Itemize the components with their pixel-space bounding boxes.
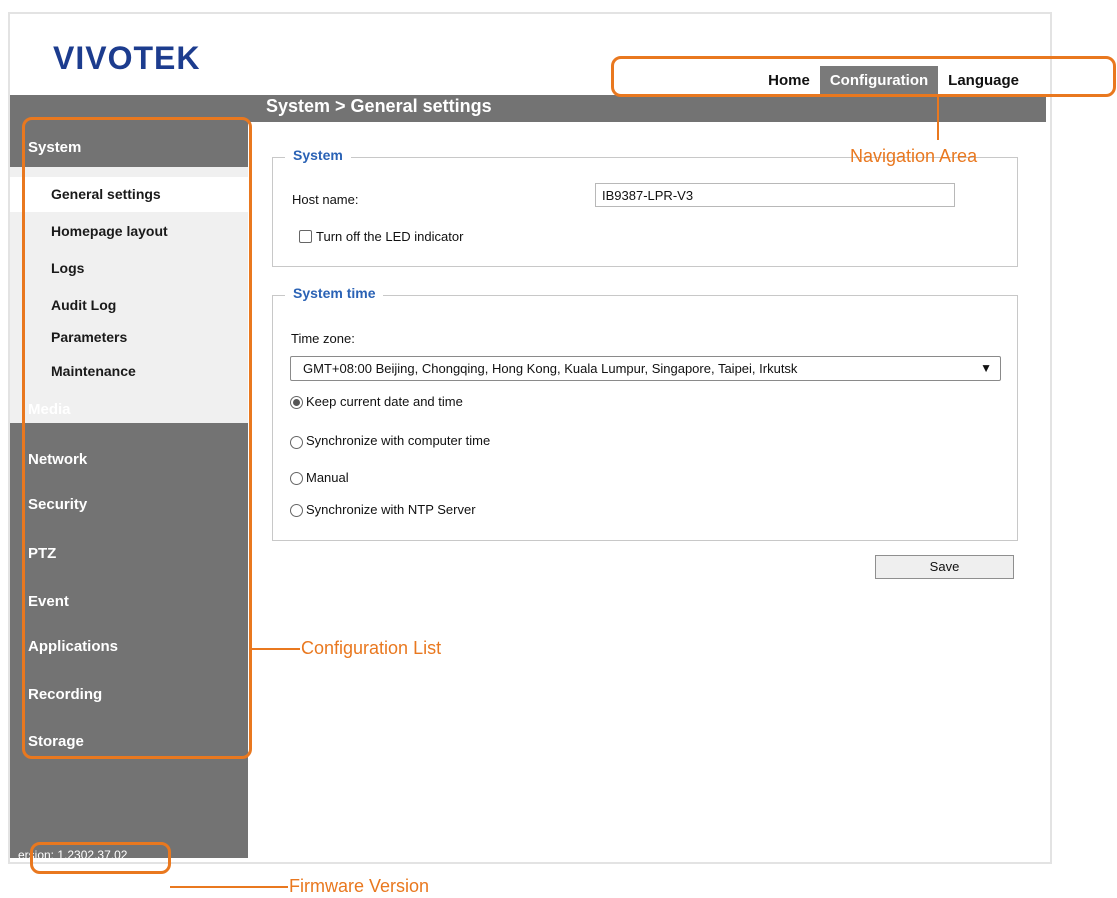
radio-keep-current[interactable] xyxy=(290,396,303,409)
host-name-input[interactable]: IB9387-LPR-V3 xyxy=(595,183,955,207)
firmware-version-connector xyxy=(170,886,288,888)
chevron-down-icon: ▼ xyxy=(980,361,992,375)
save-button[interactable]: Save xyxy=(875,555,1014,579)
time-zone-label: Time zone: xyxy=(291,331,355,346)
system-time-legend: System time xyxy=(285,285,384,301)
vivotek-logo: VIVOTEK xyxy=(53,40,201,76)
led-checkbox[interactable] xyxy=(299,230,312,243)
firmware-version-label: Firmware Version xyxy=(289,876,430,896)
configuration-list-connector xyxy=(252,648,300,650)
navigation-area-connector xyxy=(937,97,939,140)
configuration-list-highlight xyxy=(22,117,252,759)
time-zone-select[interactable]: GMT+08:00 Beijing, Chongqing, Hong Kong,… xyxy=(290,356,1001,381)
led-label: Turn off the LED indicator xyxy=(316,229,464,244)
time-zone-value: GMT+08:00 Beijing, Chongqing, Hong Kong,… xyxy=(303,361,798,376)
radio-manual-label: Manual xyxy=(306,470,349,485)
system-time-fieldset: System time Time zone: GMT+08:00 Beijing… xyxy=(272,285,1018,541)
radio-sync-ntp[interactable] xyxy=(290,504,303,517)
radio-sync-ntp-label: Synchronize with NTP Server xyxy=(306,502,476,517)
navigation-area-label: Navigation Area xyxy=(850,146,978,166)
system-fieldset: System Host name: IB9387-LPR-V3 Turn off… xyxy=(272,147,1018,267)
radio-sync-computer-label: Synchronize with computer time xyxy=(306,433,491,448)
radio-keep-current-label: Keep current date and time xyxy=(306,394,463,409)
host-name-label: Host name: xyxy=(292,192,359,207)
system-legend: System xyxy=(285,147,351,163)
configuration-list-label: Configuration List xyxy=(301,638,442,658)
radio-manual[interactable] xyxy=(290,472,303,485)
navigation-area-highlight xyxy=(611,56,1116,97)
breadcrumb: System > General settings xyxy=(266,96,492,116)
radio-sync-computer[interactable] xyxy=(290,436,303,449)
firmware-version-highlight xyxy=(30,842,171,874)
